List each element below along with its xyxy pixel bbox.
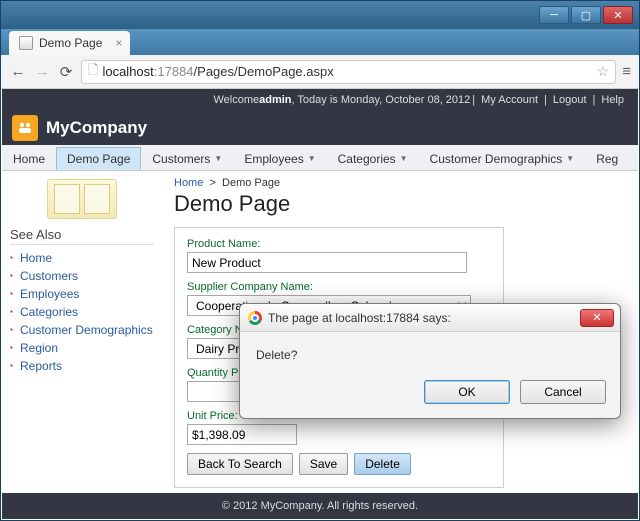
url-path: /Pages/DemoPage.aspx [194, 64, 334, 79]
page-title: Demo Page [174, 191, 626, 217]
sidebar-item-customers[interactable]: Customers [10, 267, 154, 285]
page-footer: © 2012 MyCompany. All rights reserved. [2, 493, 638, 519]
chevron-down-icon: ▼ [308, 154, 316, 163]
chrome-icon [248, 311, 262, 325]
sidebar-item-region[interactable]: Region [10, 339, 154, 357]
menu-demo-page[interactable]: Demo Page [56, 147, 141, 170]
alert-ok-button[interactable]: OK [424, 380, 510, 404]
chrome-menu-icon[interactable]: ≡ [622, 63, 631, 80]
js-alert-dialog: The page at localhost:17884 says: ✕ Dele… [239, 303, 621, 419]
sidebar-item-home[interactable]: Home [10, 249, 154, 267]
welcome-prefix: Welcome [213, 94, 259, 106]
alert-titlebar[interactable]: The page at localhost:17884 says: ✕ [240, 304, 620, 332]
sidebar-item-reports[interactable]: Reports [10, 357, 154, 375]
globe-icon: 🗋 [88, 61, 98, 83]
window-maximize-button[interactable]: ▢ [571, 6, 601, 24]
alert-cancel-button[interactable]: Cancel [520, 380, 606, 404]
bookmark-star-icon[interactable]: ☆ [597, 63, 610, 80]
delete-button[interactable]: Delete [354, 453, 411, 475]
window-titlebar: ─ ▢ ✕ [1, 1, 639, 29]
welcome-user: admin [259, 94, 291, 106]
sidebar-heading: See Also [10, 227, 154, 245]
window-close-button[interactable]: ✕ [603, 6, 633, 24]
tab-title: Demo Page [39, 36, 102, 50]
sidebar-item-employees[interactable]: Employees [10, 285, 154, 303]
logo-icon [12, 115, 38, 141]
browser-toolbar: ← → ⟳ 🗋 localhost:17884/Pages/DemoPage.a… [1, 55, 639, 89]
sidebar-item-customer-demographics[interactable]: Customer Demographics [10, 321, 154, 339]
address-bar[interactable]: 🗋 localhost:17884/Pages/DemoPage.aspx ☆ [81, 60, 616, 84]
chevron-down-icon: ▼ [400, 154, 408, 163]
my-account-link[interactable]: My Account [481, 94, 538, 106]
url-port: :17884 [154, 64, 194, 79]
back-icon[interactable]: ← [9, 63, 27, 81]
breadcrumb-current: Demo Page [222, 177, 280, 189]
save-button[interactable]: Save [299, 453, 348, 475]
menu-regions-cut[interactable]: Reg [585, 147, 629, 170]
sidebar-hero-icon [47, 179, 117, 219]
welcome-date: , Today is Monday, October 08, 2012 [292, 94, 471, 106]
sidebar-item-categories[interactable]: Categories [10, 303, 154, 321]
chevron-down-icon: ▼ [214, 154, 222, 163]
alert-title: The page at localhost:17884 says: [268, 311, 451, 325]
label-supplier: Supplier Company Name: [187, 281, 491, 293]
alert-close-button[interactable]: ✕ [580, 309, 614, 327]
browser-tab[interactable]: Demo Page × [9, 31, 130, 55]
forward-icon: → [33, 63, 51, 81]
site-header: MyCompany [2, 111, 638, 145]
os-window: ─ ▢ ✕ Demo Page × ← → ⟳ 🗋 localhost:1788… [0, 0, 640, 521]
sidebar-list: Home Customers Employees Categories Cust… [10, 249, 154, 375]
input-price[interactable] [187, 424, 297, 445]
breadcrumb: Home > Demo Page [174, 177, 626, 189]
menu-categories[interactable]: Categories▼ [327, 147, 419, 170]
menu-customers[interactable]: Customers▼ [141, 147, 233, 170]
menu-home[interactable]: Home [2, 147, 56, 170]
welcome-bar: Welcome admin , Today is Monday, October… [2, 89, 638, 111]
menu-customer-demographics[interactable]: Customer Demographics▼ [419, 147, 586, 170]
breadcrumb-home[interactable]: Home [174, 177, 203, 189]
sidebar: See Also Home Customers Employees Catego… [2, 171, 162, 511]
main-menu: Home Demo Page Customers▼ Employees▼ Cat… [2, 145, 638, 171]
reload-icon[interactable]: ⟳ [57, 63, 75, 81]
window-minimize-button[interactable]: ─ [539, 6, 569, 24]
logout-link[interactable]: Logout [553, 94, 587, 106]
input-product-name[interactable] [187, 252, 467, 273]
browser-tab-strip: Demo Page × [1, 29, 639, 55]
tab-close-icon[interactable]: × [115, 36, 122, 50]
brand-name: MyCompany [46, 118, 147, 138]
label-product-name: Product Name: [187, 238, 491, 250]
help-link[interactable]: Help [601, 94, 624, 106]
back-to-search-button[interactable]: Back To Search [187, 453, 293, 475]
menu-employees[interactable]: Employees▼ [233, 147, 326, 170]
url-host: localhost [102, 64, 153, 79]
alert-message: Delete? [240, 332, 620, 372]
chevron-down-icon: ▼ [566, 154, 574, 163]
